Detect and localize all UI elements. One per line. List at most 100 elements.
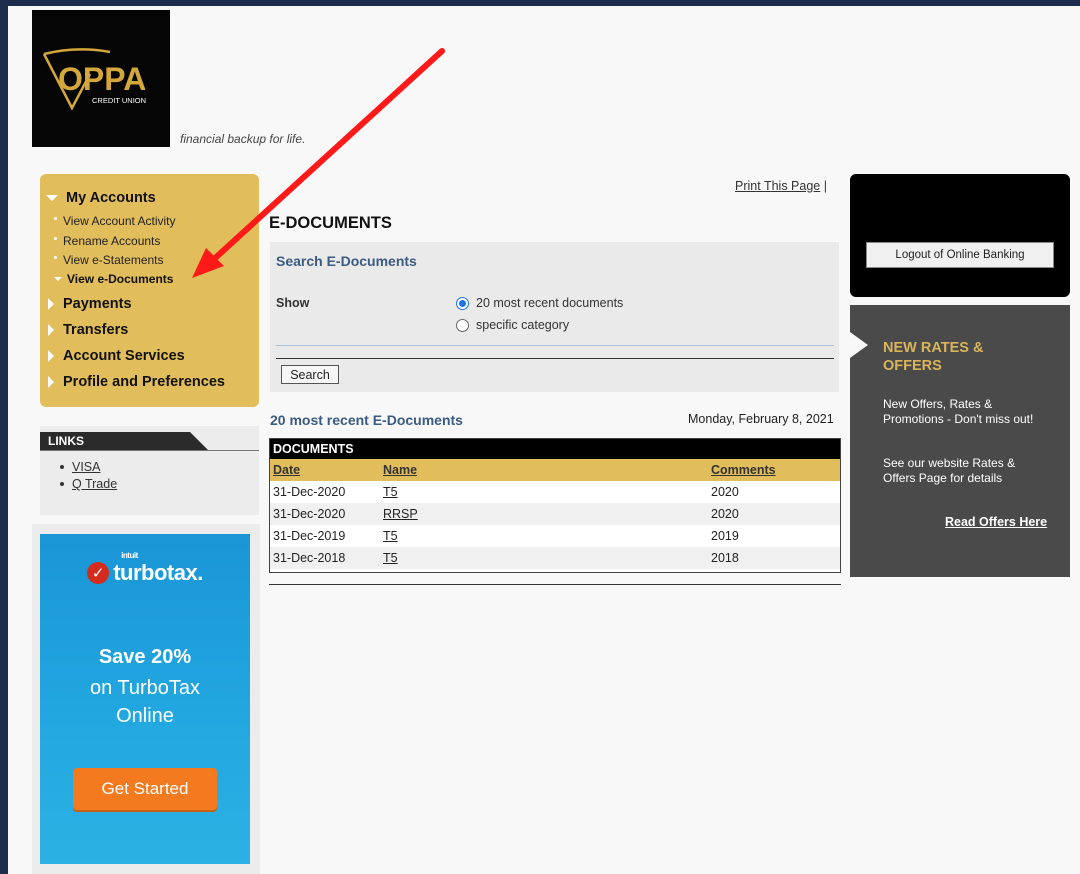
checkmark-icon: ✓ [87,562,110,584]
bullet-icon [60,465,64,469]
logout-button[interactable]: Logout of Online Banking [866,242,1054,268]
read-offers-link[interactable]: Read Offers Here [945,515,1047,529]
rates-title: NEW RATES & OFFERS [883,340,984,374]
print-area: Print This Page | [735,179,827,193]
tagline: financial backup for life. [180,132,306,146]
nav-label: Payments [63,296,132,312]
oppa-logo[interactable]: OPPA CREDIT UNION [32,10,170,147]
nav-sub-label: View e-Documents [67,272,174,286]
collapsed-arrow-icon [48,324,54,336]
cell-comments: 2020 [711,507,739,521]
links-box: LINKS VISA Q Trade [40,426,259,515]
nav-view-account-activity[interactable]: View Account Activity [54,214,176,228]
divider [40,450,259,451]
bullet-icon [54,236,57,240]
logo-text: OPPA [58,61,146,97]
table-row: 31-Dec-2018 T5 2018 [270,547,840,569]
document-link[interactable]: RRSP [383,507,418,521]
turbotax-ad[interactable]: ✓ intuit turbotax. Save 20% on TurboTax O… [40,534,250,864]
nav-sub-label: Rename Accounts [63,234,161,248]
search-title: Search E-Documents [276,253,417,269]
rates-text: See our website Rates & Offers Page for … [883,456,1016,485]
divider [276,345,834,346]
bullet-icon [60,482,64,486]
nav-sub-label: View e-Statements [63,253,164,267]
nav-view-e-documents[interactable]: View e-Documents [54,272,173,286]
bullet-icon [54,216,57,220]
nav-account-services[interactable]: Account Services [40,348,185,364]
nav-transfers[interactable]: Transfers [40,322,128,338]
cell-date: 31-Dec-2020 [273,507,346,521]
document-link[interactable]: T5 [383,529,398,543]
nav-profile-preferences[interactable]: Profile and Preferences [40,374,225,390]
cell-date: 31-Dec-2019 [273,529,346,543]
nav-label: My Accounts [66,190,156,206]
collapsed-arrow-icon [48,298,54,310]
radio-recent-documents[interactable]: 20 most recent documents [456,296,623,310]
get-started-button[interactable]: Get Started [73,768,217,810]
search-button[interactable]: Search [281,365,339,384]
cell-comments: 2019 [711,529,739,543]
turbotax-brand: ✓ intuit turbotax. [40,551,250,586]
bullet-icon [54,255,57,259]
cell-date: 31-Dec-2018 [273,551,346,565]
nav-label: Account Services [63,348,185,364]
link-q-trade[interactable]: Q Trade [72,477,117,491]
separator: | [823,179,827,193]
logout-panel: Logout of Online Banking [850,174,1070,297]
radio-checked-icon[interactable] [456,296,469,310]
divider [269,584,841,585]
document-link[interactable]: T5 [383,485,398,499]
nav-rename-accounts[interactable]: Rename Accounts [54,234,160,248]
collapsed-arrow-icon [48,376,54,388]
page: OPPA CREDIT UNION financial backup for l… [8,6,1080,874]
logo-subtext: CREDIT UNION [92,96,146,105]
radio-label: 20 most recent documents [476,296,624,310]
nav-view-e-statements[interactable]: View e-Statements [54,253,164,267]
table-row: 31-Dec-2020 T5 2020 [270,481,840,503]
expanded-arrow-icon [46,195,58,201]
nav-sub-label: View Account Activity [63,214,176,228]
radio-label: specific category [476,318,570,332]
show-label: Show [276,296,310,310]
cell-comments: 2020 [711,485,739,499]
current-date: Monday, February 8, 2021 [688,412,834,426]
collapsed-arrow-icon [48,350,54,362]
rates-offers-panel: NEW RATES & OFFERS New Offers, Rates & P… [850,305,1070,577]
document-link[interactable]: T5 [383,551,398,565]
links-heading: LINKS [40,432,208,450]
divider [276,358,834,359]
nav-label: Profile and Preferences [63,374,225,390]
column-header-comments[interactable]: Comments [711,463,776,477]
table-row: 31-Dec-2019 T5 2019 [270,525,840,547]
radio-specific-category[interactable]: specific category [456,318,569,332]
ad-subtext: on TurboTax Online [40,674,250,730]
ad-line: on TurboTax [89,677,201,699]
nav-payments[interactable]: Payments [40,296,132,312]
intuit-label: intuit [121,551,138,560]
table-row: 31-Dec-2020 RRSP 2020 [270,503,840,525]
print-page-link[interactable]: Print This Page [735,179,820,193]
brand-label: turbotax. [113,560,203,585]
column-header-name[interactable]: Name [383,463,417,477]
ad-headline: Save 20% [98,646,192,668]
table-heading: DOCUMENTS [270,439,840,459]
nav-label: Transfers [63,322,129,338]
documents-table: DOCUMENTS Date Name Comments 31-Dec-2020… [269,438,841,573]
panel-notch [850,332,868,358]
left-nav: My Accounts View Account Activity Rename… [40,174,259,407]
link-visa[interactable]: VISA [72,460,101,474]
radio-unchecked-icon[interactable] [456,318,469,332]
column-header-date[interactable]: Date [273,463,300,477]
search-panel: Search E-Documents Show 20 most recent d… [270,242,839,392]
list-item: Q Trade [60,477,117,491]
cell-comments: 2018 [711,551,739,565]
table-heading-label: DOCUMENTS [273,442,354,456]
current-arrow-icon [54,277,62,281]
ad-line: Online [116,705,174,727]
cell-date: 31-Dec-2020 [273,485,346,499]
nav-my-accounts[interactable]: My Accounts [40,190,156,206]
table-header-row: Date Name Comments [270,459,840,481]
list-item: VISA [60,460,117,474]
page-title: E-DOCUMENTS [269,214,392,232]
